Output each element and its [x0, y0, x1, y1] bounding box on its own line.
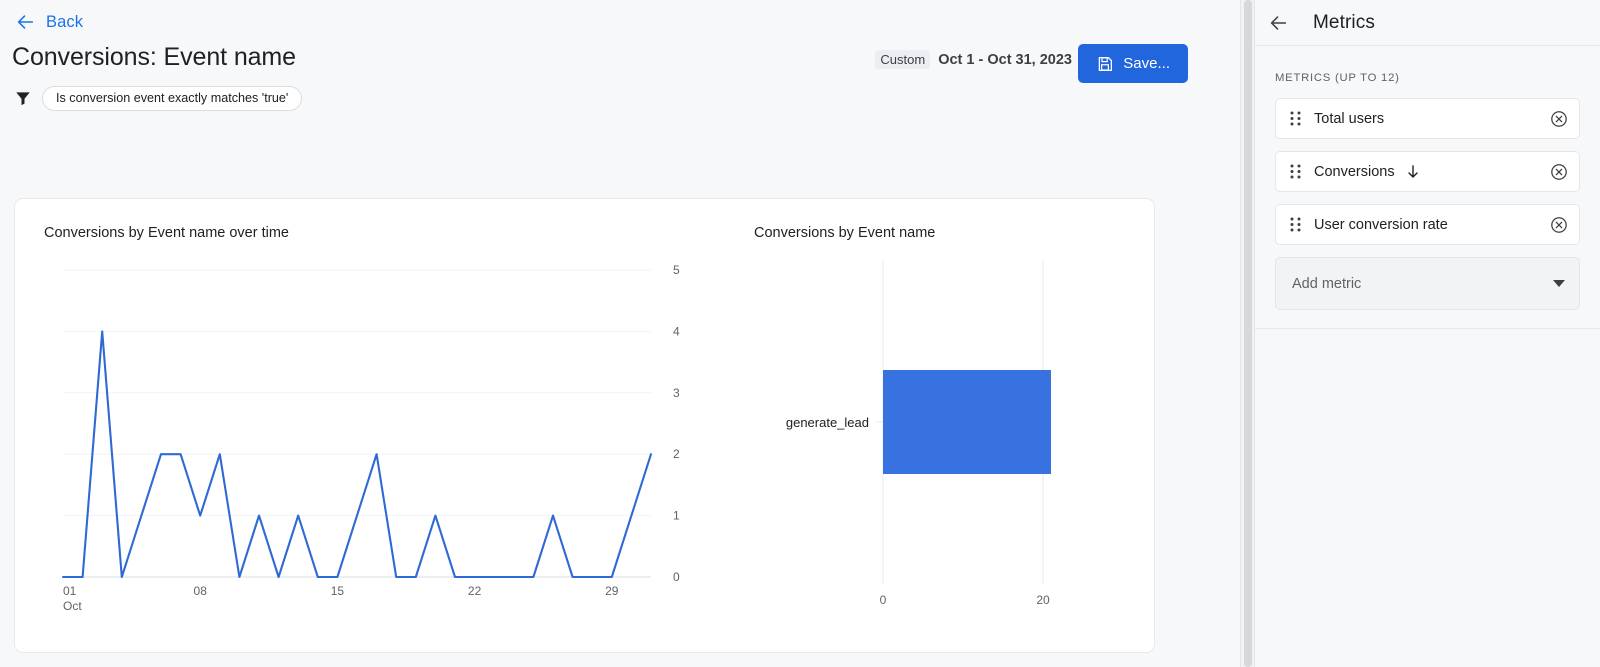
bar-chart-svg: 0 20 generate_lead: [786, 260, 1051, 607]
svg-text:2: 2: [673, 447, 680, 461]
back-button[interactable]: Back: [14, 8, 83, 36]
metric-label: User conversion rate: [1314, 216, 1448, 233]
line-chart-panel: Conversions by Event name over time 0123…: [15, 199, 725, 652]
bar-chart-title: Conversions by Event name: [754, 225, 936, 241]
metric-row[interactable]: User conversion rate: [1275, 204, 1580, 245]
scrollbar-thumb[interactable]: [1244, 0, 1252, 667]
metrics-section: METRICS (UP TO 12) Total users Conversio…: [1255, 46, 1600, 329]
main-content: Back Conversions: Event name Is conversi…: [0, 0, 1240, 667]
svg-text:29: 29: [605, 584, 619, 598]
svg-text:08: 08: [194, 584, 208, 598]
sort-descending-icon[interactable]: [1405, 164, 1421, 180]
svg-text:0: 0: [880, 593, 887, 607]
save-button[interactable]: Save...: [1078, 44, 1188, 83]
svg-text:20: 20: [1036, 593, 1050, 607]
filter-chip[interactable]: Is conversion event exactly matches 'tru…: [42, 85, 303, 111]
save-button-label: Save...: [1123, 55, 1170, 72]
filter-bar: Is conversion event exactly matches 'tru…: [14, 85, 303, 111]
page-title: Conversions: Event name: [12, 43, 296, 71]
charts-card: Conversions by Event name over time 0123…: [14, 198, 1155, 653]
app-root: Back Conversions: Event name Is conversi…: [0, 0, 1600, 667]
date-range-badge: Custom: [875, 50, 931, 69]
remove-circle-icon[interactable]: [1550, 216, 1568, 234]
save-disk-icon: [1099, 56, 1113, 71]
funnel-icon: [16, 92, 30, 106]
drag-handle-icon[interactable]: [1290, 163, 1301, 180]
date-range-picker[interactable]: Custom Oct 1 - Oct 31, 2023: [875, 50, 1072, 69]
svg-text:generate_lead: generate_lead: [786, 415, 869, 430]
bar-chart-plot[interactable]: 0 20 generate_lead: [735, 254, 1146, 609]
chevron-down-icon: [1553, 280, 1565, 287]
remove-circle-icon[interactable]: [1550, 163, 1568, 181]
drag-handle-icon[interactable]: [1290, 110, 1301, 127]
back-label: Back: [46, 12, 84, 31]
svg-text:5: 5: [673, 263, 680, 277]
svg-text:15: 15: [331, 584, 345, 598]
remove-circle-icon[interactable]: [1550, 110, 1568, 128]
arrow-left-icon[interactable]: [1267, 12, 1289, 34]
add-metric-label: Add metric: [1292, 275, 1362, 292]
bar-chart-panel: Conversions by Event name 0 20 generate_le…: [725, 199, 1154, 652]
add-metric-dropdown[interactable]: Add metric: [1275, 257, 1580, 310]
svg-text:22: 22: [468, 584, 482, 598]
metric-label: Total users: [1314, 110, 1385, 127]
metric-row[interactable]: Conversions: [1275, 151, 1580, 192]
date-range-value: Oct 1 - Oct 31, 2023: [938, 51, 1072, 68]
line-chart-title: Conversions by Event name over time: [44, 225, 289, 241]
line-chart-svg: 01234501Oct08 15 22 29: [61, 263, 680, 613]
svg-text:1: 1: [673, 509, 680, 523]
arrow-left-icon: [17, 15, 34, 29]
metrics-panel-title: Metrics: [1313, 11, 1375, 33]
drag-handle-icon[interactable]: [1290, 216, 1301, 233]
svg-text:4: 4: [673, 324, 680, 338]
metrics-section-label: METRICS (UP TO 12): [1275, 72, 1400, 84]
metric-label: Conversions: [1314, 163, 1395, 180]
metric-row[interactable]: Total users: [1275, 98, 1580, 139]
metrics-panel: Metrics METRICS (UP TO 12) Total users C…: [1254, 0, 1600, 667]
svg-text:01: 01: [63, 584, 77, 598]
svg-text:3: 3: [673, 386, 680, 400]
metrics-panel-header: Metrics: [1255, 0, 1600, 46]
line-chart-plot[interactable]: 0 1 2 3 4 5 01 Oct 08 15 22 29: [51, 263, 711, 613]
page-scrollbar[interactable]: [1240, 0, 1254, 667]
svg-text:Oct: Oct: [63, 599, 82, 613]
svg-text:0: 0: [673, 570, 680, 584]
